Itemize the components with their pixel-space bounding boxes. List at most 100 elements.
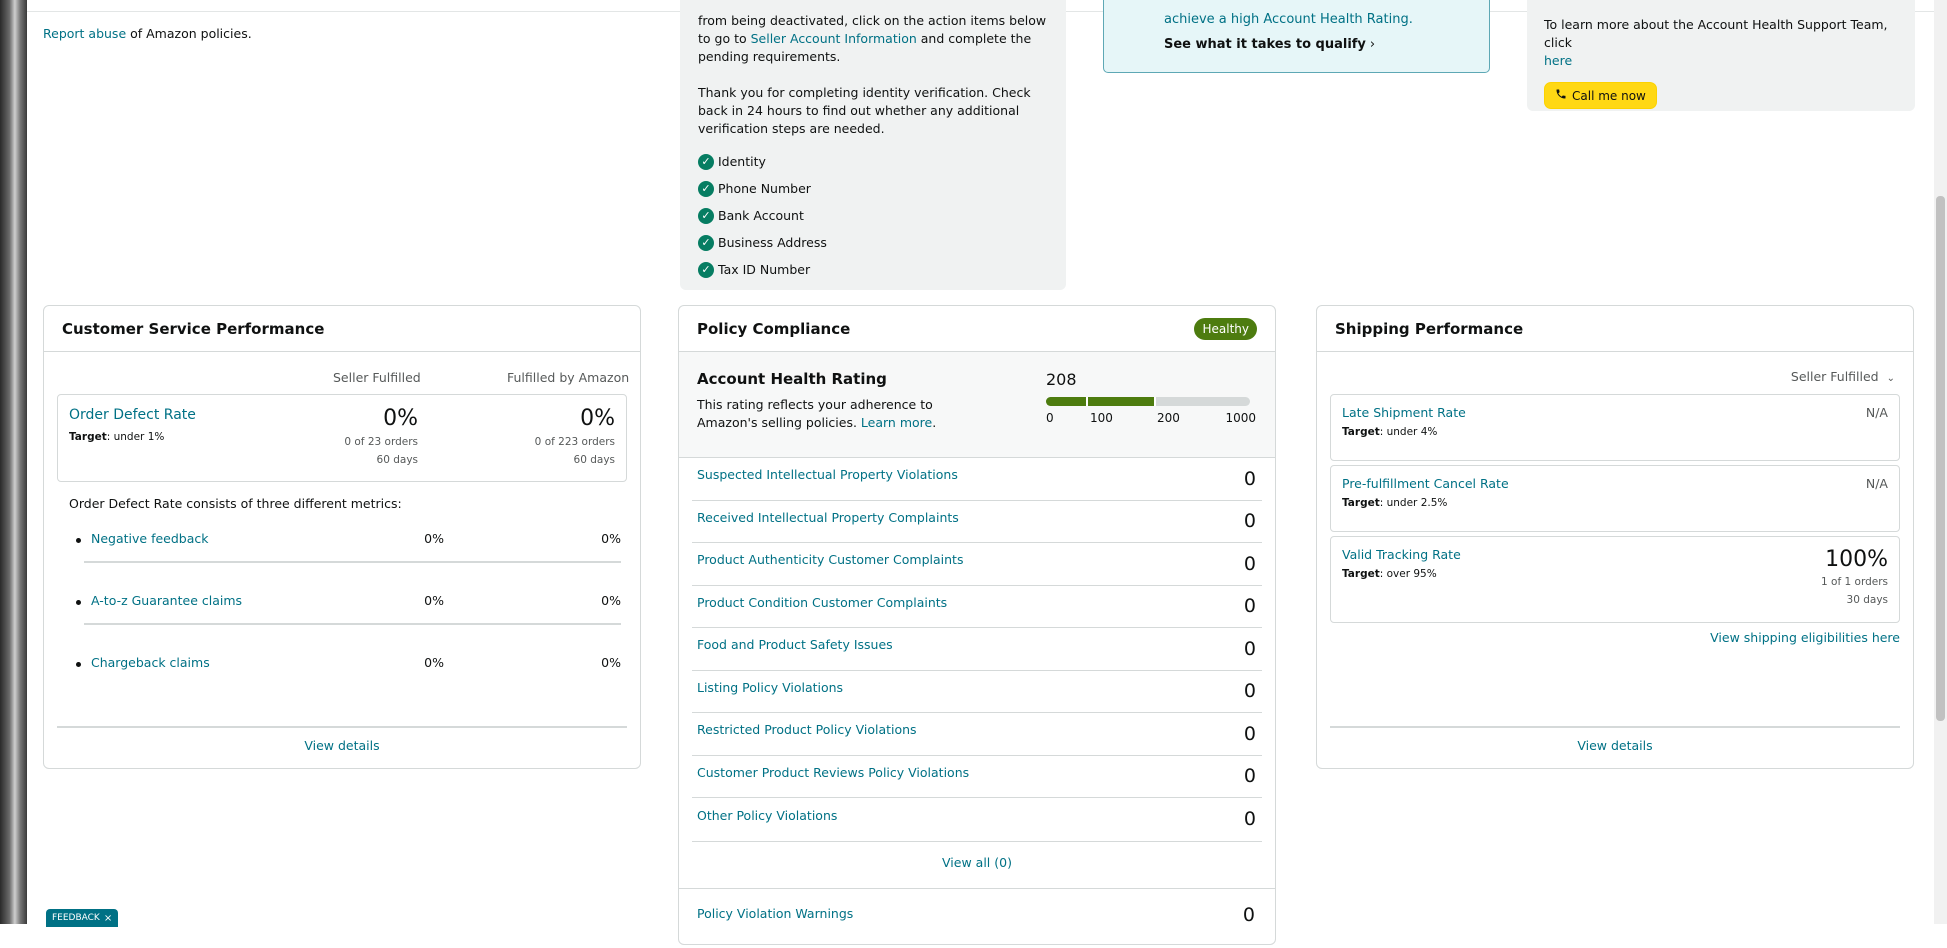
account-health-rating-box: Account Health Rating This rating reflec… bbox=[679, 352, 1275, 458]
odr-seller-column: 0% 0 of 23 orders 60 days bbox=[344, 405, 418, 469]
support-here-link[interactable]: here bbox=[1544, 53, 1572, 68]
verification-item-label: Business Address bbox=[718, 234, 827, 250]
col-seller-fulfilled: Seller Fulfilled bbox=[333, 370, 421, 385]
violation-count: 0 bbox=[1243, 467, 1256, 490]
violation-link[interactable]: Product Authenticity Customer Complaints bbox=[697, 552, 963, 567]
ahr-tick: 1000 bbox=[1225, 411, 1256, 425]
ahr-title: Account Health Rating bbox=[697, 370, 887, 388]
pv-footer: View all (0) bbox=[692, 840, 1262, 883]
shipping-eligibilities-link[interactable]: View shipping eligibilities here bbox=[1710, 630, 1900, 645]
view-all-link[interactable]: View all (0) bbox=[942, 855, 1012, 870]
verification-item-label: Phone Number bbox=[718, 180, 811, 196]
a-to-z-claims-link[interactable]: A-to-z Guarantee claims bbox=[91, 593, 242, 608]
metric-row-a-to-z: A-to-z Guarantee claims 0% 0% bbox=[69, 590, 621, 652]
support-text-label: To learn more about the Account Health S… bbox=[1544, 17, 1888, 50]
customer-service-title: Customer Service Performance bbox=[62, 319, 325, 338]
bullet-icon bbox=[76, 600, 81, 605]
violation-link[interactable]: Received Intellectual Property Complaint… bbox=[697, 510, 959, 525]
check-icon: ✓ bbox=[698, 180, 714, 197]
cancel-rate-value: N/A bbox=[1865, 476, 1888, 491]
violation-link[interactable]: Other Policy Violations bbox=[697, 808, 837, 823]
target-label: Target bbox=[1342, 568, 1380, 580]
call-me-now-button[interactable]: Call me now bbox=[1544, 82, 1657, 109]
odr-seller-days: 60 days bbox=[376, 454, 418, 466]
valid-tracking-rate-box: Valid Tracking Rate Target: over 95% 100… bbox=[1330, 536, 1900, 623]
valid-tracking-orders: 1 of 1 orders bbox=[1821, 576, 1888, 588]
metric-row-chargeback: Chargeback claims 0% 0% bbox=[69, 652, 621, 714]
violation-count: 0 bbox=[1243, 510, 1256, 533]
target-label: Target bbox=[1342, 426, 1380, 438]
divider bbox=[84, 561, 621, 563]
report-abuse-suffix: of Amazon policies. bbox=[126, 26, 252, 41]
valid-tracking-rate-link[interactable]: Valid Tracking Rate bbox=[1342, 547, 1461, 562]
late-shipment-target: Target: under 4% bbox=[1342, 426, 1437, 438]
card-header: Customer Service Performance bbox=[44, 306, 640, 352]
violation-count: 0 bbox=[1243, 808, 1256, 831]
late-shipment-rate-box: Late Shipment Rate Target: under 4% N/A bbox=[1330, 394, 1900, 461]
violation-link[interactable]: Product Condition Customer Complaints bbox=[697, 595, 947, 610]
card-header: Policy Compliance Healthy bbox=[679, 306, 1275, 352]
scrollbar[interactable] bbox=[1934, 0, 1947, 924]
ahr-tick: 0 bbox=[1046, 411, 1054, 425]
valid-tracking-days: 30 days bbox=[1846, 594, 1888, 606]
target-value: : under 2.5% bbox=[1379, 497, 1448, 509]
valid-tracking-values: 100% 1 of 1 orders 30 days bbox=[1821, 547, 1888, 609]
verification-item-label: Tax ID Number bbox=[718, 261, 811, 277]
late-shipment-rate-link[interactable]: Late Shipment Rate bbox=[1342, 405, 1466, 420]
verification-item: ✓ Phone Number bbox=[698, 175, 1048, 202]
sp-footer: View details bbox=[1330, 726, 1900, 753]
violation-link[interactable]: Listing Policy Violations bbox=[697, 680, 843, 695]
target-label: Target bbox=[1342, 497, 1380, 509]
list-item: Received Intellectual Property Complaint… bbox=[692, 501, 1262, 543]
cancel-rate-link[interactable]: Pre-fulfillment Cancel Rate bbox=[1342, 476, 1509, 491]
list-item: Product Condition Customer Complaints 0 bbox=[692, 586, 1262, 628]
close-icon[interactable]: × bbox=[104, 913, 112, 924]
list-item: Restricted Product Policy Violations 0 bbox=[692, 713, 1262, 756]
violation-link[interactable]: Customer Product Reviews Policy Violatio… bbox=[697, 765, 969, 780]
valid-tracking-target: Target: over 95% bbox=[1342, 568, 1437, 580]
fulfillment-filter-dropdown[interactable]: Seller Fulfilled ⌄ bbox=[1791, 369, 1895, 384]
list-item: Listing Policy Violations 0 bbox=[692, 671, 1262, 713]
card-header: Shipping Performance bbox=[1317, 306, 1913, 352]
sp-view-details-link[interactable]: View details bbox=[1577, 738, 1652, 753]
policy-violations-list: Suspected Intellectual Property Violatio… bbox=[692, 458, 1262, 883]
order-defect-rate-box: Order Defect Rate Target: under 1% 0% 0 … bbox=[57, 394, 627, 482]
chargeback-claims-link[interactable]: Chargeback claims bbox=[91, 655, 210, 670]
verification-panel: from being deactivated, click on the act… bbox=[680, 0, 1066, 290]
a-to-z-seller: 0% bbox=[424, 593, 444, 608]
support-text: To learn more about the Account Health S… bbox=[1544, 16, 1898, 70]
scrollbar-thumb[interactable] bbox=[1936, 196, 1945, 721]
ahr-desc-end: . bbox=[932, 415, 937, 430]
verification-instructions: from being deactivated, click on the act… bbox=[698, 12, 1048, 66]
ahr-score: 208 bbox=[1046, 370, 1077, 389]
list-item: Customer Product Reviews Policy Violatio… bbox=[692, 756, 1262, 798]
verification-item: ✓ Tax ID Number bbox=[698, 256, 1048, 283]
order-defect-rate-link[interactable]: Order Defect Rate bbox=[69, 407, 196, 423]
violation-link[interactable]: Food and Product Safety Issues bbox=[697, 637, 893, 652]
violation-link[interactable]: Restricted Product Policy Violations bbox=[697, 722, 917, 737]
feedback-tab[interactable]: FEEDBACK × bbox=[46, 909, 119, 927]
check-icon: ✓ bbox=[698, 261, 714, 278]
odr-fba-orders: 0 of 223 orders bbox=[534, 436, 615, 448]
seller-account-info-link[interactable]: Seller Account Information bbox=[751, 31, 917, 46]
violation-count: 0 bbox=[1243, 637, 1256, 660]
odr-target-label: Target bbox=[69, 431, 107, 443]
cs-view-details-link[interactable]: View details bbox=[304, 738, 379, 753]
cancel-rate-box: Pre-fulfillment Cancel Rate Target: unde… bbox=[1330, 465, 1900, 532]
qualify-text[interactable]: achieve a high Account Health Rating. bbox=[1164, 12, 1413, 27]
ahr-tick: 200 bbox=[1157, 411, 1180, 425]
policy-warnings-link[interactable]: Policy Violation Warnings bbox=[697, 906, 853, 921]
learn-more-link[interactable]: Learn more bbox=[861, 415, 932, 430]
odr-seller-orders: 0 of 23 orders bbox=[344, 436, 418, 448]
metric-row-negative-feedback: Negative feedback 0% 0% bbox=[69, 528, 621, 590]
ahr-ticks: 0 100 200 1000 bbox=[1046, 411, 1256, 425]
negative-feedback-link[interactable]: Negative feedback bbox=[91, 531, 209, 546]
shipping-performance-card: Shipping Performance Seller Fulfilled ⌄ … bbox=[1316, 305, 1914, 769]
violation-link[interactable]: Suspected Intellectual Property Violatio… bbox=[697, 467, 958, 482]
qualify-link[interactable]: See what it takes to qualify › bbox=[1164, 37, 1429, 52]
chevron-down-icon: ⌄ bbox=[1886, 373, 1895, 384]
policy-compliance-title: Policy Compliance bbox=[697, 319, 851, 338]
report-abuse-link[interactable]: Report abuse bbox=[43, 26, 126, 41]
check-icon: ✓ bbox=[698, 153, 714, 170]
ahr-progress-fill bbox=[1046, 397, 1155, 406]
